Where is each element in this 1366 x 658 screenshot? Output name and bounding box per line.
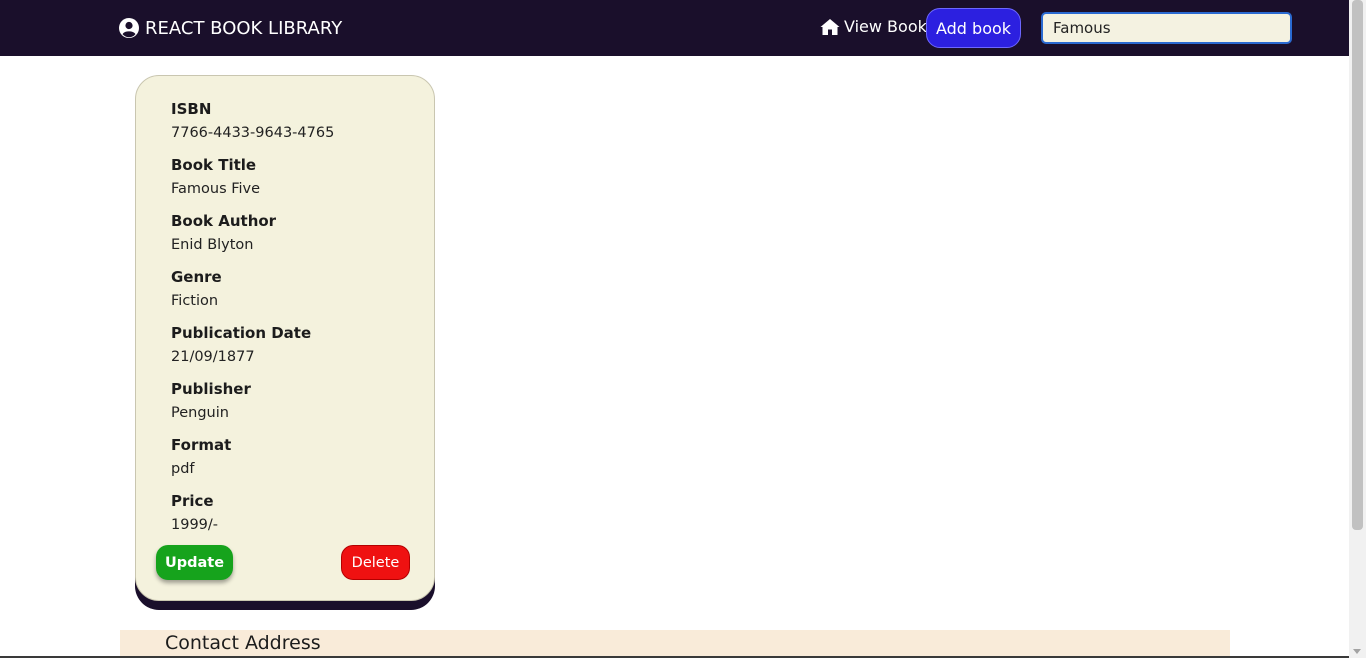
publication-date-label: Publication Date	[171, 324, 312, 342]
genre-label: Genre	[171, 268, 222, 286]
book-card: ISBN 7766-4433-9643-4765 Book Title Famo…	[135, 75, 435, 601]
home-icon	[820, 18, 840, 36]
genre-field: Genre Fiction	[171, 268, 222, 310]
format-value: pdf	[171, 461, 195, 477]
delete-button[interactable]: Delete	[341, 545, 410, 580]
price-field: Price 1999/-	[171, 492, 218, 534]
isbn-label: ISBN	[171, 100, 212, 118]
contact-section: Contact Address	[120, 630, 1230, 658]
isbn-field: ISBN 7766-4433-9643-4765	[171, 100, 334, 142]
search-input[interactable]	[1041, 12, 1292, 44]
price-value: 1999/-	[171, 517, 219, 533]
brand-title: REACT BOOK LIBRARY	[145, 17, 343, 39]
scrollbar[interactable]	[1349, 0, 1366, 658]
format-field: Format pdf	[171, 436, 231, 478]
publisher-value: Penguin	[171, 405, 229, 421]
author-label: Book Author	[171, 212, 277, 230]
navbar: REACT BOOK LIBRARY View Book Add book	[0, 0, 1349, 56]
format-label: Format	[171, 436, 232, 454]
genre-value: Fiction	[171, 293, 219, 309]
scroll-down-arrow-icon[interactable]	[1353, 649, 1361, 654]
title-field: Book Title Famous Five	[171, 156, 260, 198]
publication-date-value: 21/09/1877	[171, 349, 255, 365]
update-button[interactable]: Update	[156, 545, 233, 580]
price-label: Price	[171, 492, 214, 510]
page: REACT BOOK LIBRARY View Book Add book IS…	[0, 0, 1366, 658]
title-value: Famous Five	[171, 181, 261, 197]
publisher-label: Publisher	[171, 380, 251, 398]
contact-title: Contact Address	[165, 632, 321, 654]
view-book-label: View Book	[844, 17, 927, 36]
brand[interactable]: REACT BOOK LIBRARY	[119, 16, 342, 40]
user-circle-icon	[119, 18, 139, 38]
title-label: Book Title	[171, 156, 257, 174]
isbn-value: 7766-4433-9643-4765	[171, 125, 335, 141]
publication-date-field: Publication Date 21/09/1877	[171, 324, 311, 366]
author-value: Enid Blyton	[171, 237, 254, 253]
author-field: Book Author Enid Blyton	[171, 212, 276, 254]
view-book-link[interactable]: View Book	[820, 17, 927, 36]
scroll-thumb[interactable]	[1352, 0, 1363, 530]
add-book-button[interactable]: Add book	[926, 8, 1021, 48]
publisher-field: Publisher Penguin	[171, 380, 251, 422]
